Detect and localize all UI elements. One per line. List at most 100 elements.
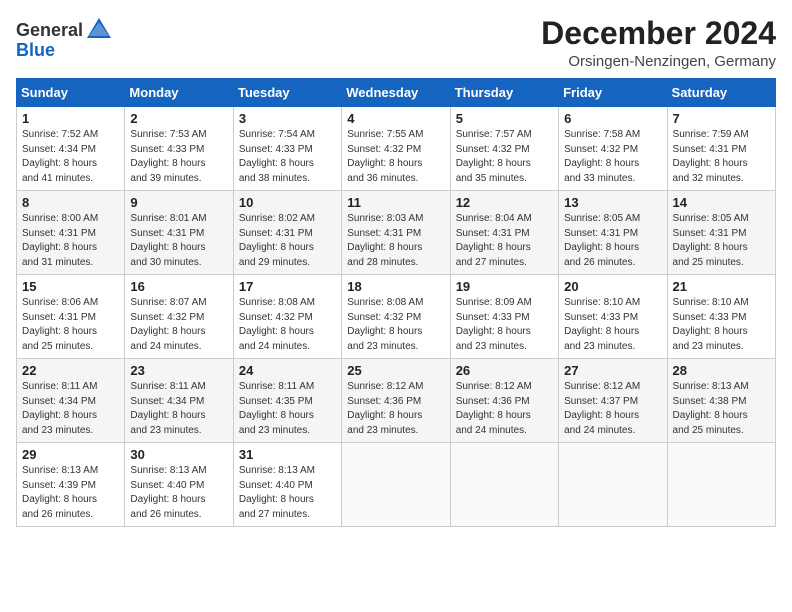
calendar-cell: 31 Sunrise: 8:13 AM Sunset: 4:40 PM Dayli… [233, 443, 341, 527]
day-header-friday: Friday [559, 79, 667, 107]
calendar-cell: 11Sunrise: 8:03 AM Sunset: 4:31 PM Dayli… [342, 191, 450, 275]
day-number: 5 [456, 111, 553, 126]
calendar-cell: 16 Sunrise: 8:07 AM Sunset: 4:32 PM Dayli… [125, 275, 233, 359]
day-number: 19 [456, 279, 553, 294]
day-number: 4 [347, 111, 444, 126]
day-number: 3 [239, 111, 336, 126]
calendar-table: SundayMondayTuesdayWednesdayThursdayFrid… [16, 78, 776, 527]
day-info: Sunrise: 8:03 AM Sunset: 4:31 PM Dayligh… [347, 212, 444, 270]
day-info: Sunrise: 8:04 AM Sunset: 4:31 PM Dayligh… [456, 212, 553, 270]
calendar-week-row: 22 Sunrise: 8:11 AM Sunset: 4:34 PM Dayli… [17, 359, 776, 443]
day-info: Sunrise: 8:08 AM Sunset: 4:32 PM Dayligh… [239, 296, 336, 354]
calendar-cell: 5Sunrise: 7:57 AM Sunset: 4:32 PM Daylig… [450, 107, 558, 191]
day-info: Sunrise: 8:07 AM Sunset: 4:32 PM Dayligh… [130, 296, 227, 354]
calendar-cell: 2Sunrise: 7:53 AM Sunset: 4:33 PM Daylig… [125, 107, 233, 191]
day-number: 24 [239, 363, 336, 378]
day-number: 23 [130, 363, 227, 378]
calendar-cell: 15Sunrise: 8:06 AM Sunset: 4:31 PM Dayli… [17, 275, 125, 359]
logo: General Blue [16, 16, 113, 61]
calendar-cell: 30Sunrise: 8:13 AM Sunset: 4:40 PM Dayli… [125, 443, 233, 527]
calendar-cell: 10 Sunrise: 8:02 AM Sunset: 4:31 PM Dayli… [233, 191, 341, 275]
day-info: Sunrise: 8:12 AM Sunset: 4:36 PM Dayligh… [347, 380, 444, 438]
day-number: 6 [564, 111, 661, 126]
day-info: Sunrise: 7:52 AM Sunset: 4:34 PM Dayligh… [22, 128, 119, 186]
day-info: Sunrise: 8:12 AM Sunset: 4:36 PM Dayligh… [456, 380, 553, 438]
day-info: Sunrise: 8:02 AM Sunset: 4:31 PM Dayligh… [239, 212, 336, 270]
calendar-cell: 22 Sunrise: 8:11 AM Sunset: 4:34 PM Dayli… [17, 359, 125, 443]
calendar-week-row: 15Sunrise: 8:06 AM Sunset: 4:31 PM Dayli… [17, 275, 776, 359]
day-header-wednesday: Wednesday [342, 79, 450, 107]
day-number: 8 [22, 195, 119, 210]
day-header-tuesday: Tuesday [233, 79, 341, 107]
day-number: 22 [22, 363, 119, 378]
day-number: 31 [239, 447, 336, 462]
day-info: Sunrise: 8:11 AM Sunset: 4:35 PM Dayligh… [239, 380, 336, 438]
calendar-cell [450, 443, 558, 527]
calendar-week-row: 8Sunrise: 8:00 AM Sunset: 4:31 PM Daylig… [17, 191, 776, 275]
calendar-cell [559, 443, 667, 527]
calendar-cell: 23 Sunrise: 8:11 AM Sunset: 4:34 PM Dayli… [125, 359, 233, 443]
calendar-cell: 20Sunrise: 8:10 AM Sunset: 4:33 PM Dayli… [559, 275, 667, 359]
day-info: Sunrise: 7:58 AM Sunset: 4:32 PM Dayligh… [564, 128, 661, 186]
calendar-cell: 28Sunrise: 8:13 AM Sunset: 4:38 PM Dayli… [667, 359, 775, 443]
location-title: Orsingen-Nenzingen, Germany [541, 53, 776, 70]
calendar-cell [342, 443, 450, 527]
day-info: Sunrise: 8:11 AM Sunset: 4:34 PM Dayligh… [22, 380, 119, 438]
title-block: December 2024 Orsingen-Nenzingen, German… [541, 16, 776, 70]
day-number: 9 [130, 195, 227, 210]
day-number: 15 [22, 279, 119, 294]
calendar-cell: 14 Sunrise: 8:05 AM Sunset: 4:31 PM Dayli… [667, 191, 775, 275]
day-number: 16 [130, 279, 227, 294]
calendar-cell: 7 Sunrise: 7:59 AM Sunset: 4:31 PM Daylig… [667, 107, 775, 191]
calendar-cell: 6 Sunrise: 7:58 AM Sunset: 4:32 PM Daylig… [559, 107, 667, 191]
calendar-cell: 19Sunrise: 8:09 AM Sunset: 4:33 PM Dayli… [450, 275, 558, 359]
day-number: 21 [673, 279, 770, 294]
day-info: Sunrise: 8:10 AM Sunset: 4:33 PM Dayligh… [564, 296, 661, 354]
calendar-cell: 3Sunrise: 7:54 AM Sunset: 4:33 PM Daylig… [233, 107, 341, 191]
calendar-cell: 18 Sunrise: 8:08 AM Sunset: 4:32 PM Dayli… [342, 275, 450, 359]
day-header-thursday: Thursday [450, 79, 558, 107]
month-title: December 2024 [541, 16, 776, 51]
day-info: Sunrise: 8:01 AM Sunset: 4:31 PM Dayligh… [130, 212, 227, 270]
day-header-monday: Monday [125, 79, 233, 107]
day-number: 14 [673, 195, 770, 210]
day-info: Sunrise: 8:13 AM Sunset: 4:38 PM Dayligh… [673, 380, 770, 438]
day-info: Sunrise: 7:59 AM Sunset: 4:31 PM Dayligh… [673, 128, 770, 186]
day-number: 7 [673, 111, 770, 126]
calendar-week-row: 1 Sunrise: 7:52 AM Sunset: 4:34 PM Daylig… [17, 107, 776, 191]
calendar-cell: 25 Sunrise: 8:12 AM Sunset: 4:36 PM Dayli… [342, 359, 450, 443]
calendar-cell: 24 Sunrise: 8:11 AM Sunset: 4:35 PM Dayli… [233, 359, 341, 443]
day-number: 13 [564, 195, 661, 210]
day-header-saturday: Saturday [667, 79, 775, 107]
day-info: Sunrise: 8:08 AM Sunset: 4:32 PM Dayligh… [347, 296, 444, 354]
day-number: 2 [130, 111, 227, 126]
calendar-cell: 27 Sunrise: 8:12 AM Sunset: 4:37 PM Dayli… [559, 359, 667, 443]
day-header-sunday: Sunday [17, 79, 125, 107]
logo-blue-text: Blue [16, 40, 55, 61]
calendar-cell [667, 443, 775, 527]
calendar-cell: 17Sunrise: 8:08 AM Sunset: 4:32 PM Dayli… [233, 275, 341, 359]
day-number: 26 [456, 363, 553, 378]
day-info: Sunrise: 8:12 AM Sunset: 4:37 PM Dayligh… [564, 380, 661, 438]
day-info: Sunrise: 8:05 AM Sunset: 4:31 PM Dayligh… [673, 212, 770, 270]
day-number: 18 [347, 279, 444, 294]
calendar-cell: 26 Sunrise: 8:12 AM Sunset: 4:36 PM Dayli… [450, 359, 558, 443]
calendar-cell: 4Sunrise: 7:55 AM Sunset: 4:32 PM Daylig… [342, 107, 450, 191]
day-number: 27 [564, 363, 661, 378]
day-number: 25 [347, 363, 444, 378]
logo-general-text: General [16, 20, 83, 41]
day-info: Sunrise: 8:11 AM Sunset: 4:34 PM Dayligh… [130, 380, 227, 438]
calendar-week-row: 29Sunrise: 8:13 AM Sunset: 4:39 PM Dayli… [17, 443, 776, 527]
day-number: 12 [456, 195, 553, 210]
day-number: 1 [22, 111, 119, 126]
calendar-cell: 13 Sunrise: 8:05 AM Sunset: 4:31 PM Dayli… [559, 191, 667, 275]
page-header: General Blue December 2024 Orsingen-Nenz… [16, 16, 776, 70]
day-number: 30 [130, 447, 227, 462]
calendar-cell: 8Sunrise: 8:00 AM Sunset: 4:31 PM Daylig… [17, 191, 125, 275]
calendar-cell: 1 Sunrise: 7:52 AM Sunset: 4:34 PM Daylig… [17, 107, 125, 191]
day-info: Sunrise: 8:13 AM Sunset: 4:40 PM Dayligh… [239, 464, 336, 522]
day-number: 10 [239, 195, 336, 210]
logo-icon [85, 16, 113, 44]
calendar-cell: 29Sunrise: 8:13 AM Sunset: 4:39 PM Dayli… [17, 443, 125, 527]
day-info: Sunrise: 8:05 AM Sunset: 4:31 PM Dayligh… [564, 212, 661, 270]
